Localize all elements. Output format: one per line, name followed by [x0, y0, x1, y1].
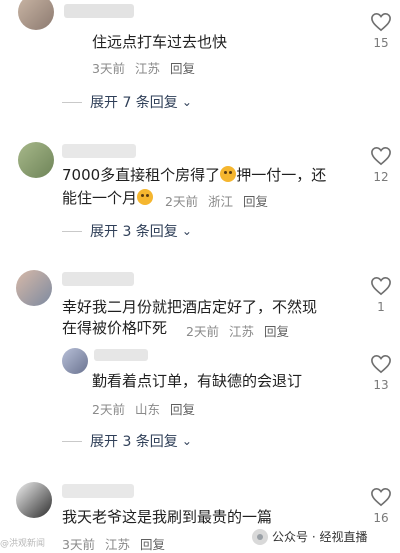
corner-watermark: @洪观新闻 — [0, 539, 46, 549]
chevron-down-icon: ⌄ — [181, 95, 192, 109]
comment-meta: 2天前 浙江 回复 — [165, 191, 274, 210]
expand-replies-button[interactable]: 展开 3 条回复 ⌄ — [62, 221, 192, 241]
expand-label: 展开 3 条回复 — [90, 224, 178, 240]
comment-text: 我天老爷这是我刷到最贵的一篇 — [62, 508, 273, 526]
chevron-down-icon: ⌄ — [181, 434, 192, 448]
chevron-down-icon: ⌄ — [181, 224, 192, 238]
like-count: 16 — [373, 511, 389, 525]
like-button[interactable]: 12 — [366, 146, 396, 184]
avatar[interactable] — [18, 142, 54, 178]
heart-icon — [371, 12, 391, 32]
comment-time: 3天前 — [92, 61, 125, 76]
reply-avatar[interactable] — [62, 348, 88, 374]
like-count: 15 — [373, 36, 389, 50]
heart-icon — [371, 276, 391, 296]
comment-time: 3天前 — [62, 537, 95, 552]
reply-button[interactable]: 回复 — [170, 61, 195, 76]
comment-meta: 2天前 江苏 回复 — [186, 321, 295, 340]
comment-time: 2天前 — [92, 402, 125, 417]
comment-text-part: 7000多直接租个房得了 — [62, 166, 221, 184]
comment-text-part: 押一付一，还 — [236, 166, 327, 184]
reply-button[interactable]: 回复 — [170, 402, 195, 417]
comment-location: 江苏 — [104, 537, 130, 552]
username-blurred — [62, 484, 134, 498]
watermark: 公众号 · 经视直播 — [252, 528, 367, 545]
comment-location: 山东 — [134, 402, 160, 417]
reply-meta: 2天前 山东 回复 — [92, 399, 201, 418]
username-blurred — [62, 272, 134, 286]
heart-icon — [371, 354, 391, 374]
comment-location: 江苏 — [228, 324, 254, 339]
like-button[interactable]: 13 — [366, 354, 396, 392]
reply-text: 勤看着点订单，有缺德的会退订 — [92, 372, 303, 390]
reply-button[interactable]: 回复 — [243, 194, 268, 209]
comment-text-line2: 能住一个月 — [62, 186, 154, 211]
username-blurred — [64, 4, 134, 18]
like-button[interactable]: 16 — [366, 487, 396, 525]
like-count: 13 — [373, 378, 389, 392]
heart-icon — [371, 487, 391, 507]
emoji-icon — [137, 189, 154, 205]
avatar[interactable] — [16, 482, 52, 518]
like-button[interactable]: 15 — [366, 12, 396, 50]
like-count: 1 — [377, 300, 385, 314]
username-blurred — [62, 144, 136, 158]
comment-time: 2天前 — [186, 324, 219, 339]
comment-meta: 3天前 江苏 回复 — [92, 58, 201, 77]
heart-icon — [371, 146, 391, 166]
like-count: 12 — [373, 170, 389, 184]
username-blurred — [94, 349, 148, 361]
expand-replies-button[interactable]: 展开 7 条回复 ⌄ — [62, 92, 192, 112]
like-button[interactable]: 1 — [366, 276, 396, 314]
comment-text-part: 在得被价格吓死 — [62, 319, 168, 337]
comment-location: 江苏 — [134, 61, 160, 76]
comment-text: 住远点打车过去也快 — [92, 33, 228, 51]
expand-replies-button[interactable]: 展开 3 条回复 ⌄ — [62, 431, 192, 451]
comment-text-part: 能住一个月 — [62, 189, 138, 207]
comment-meta: 3天前 江苏 回复 — [62, 534, 171, 553]
comment-text: 7000多直接租个房得了 押一付一，还 — [62, 163, 326, 188]
comment-location: 浙江 — [207, 194, 233, 209]
divider — [62, 440, 82, 442]
divider — [62, 230, 82, 232]
wechat-icon — [252, 528, 268, 545]
watermark-text: 公众号 · 经视直播 — [272, 530, 368, 544]
expand-label: 展开 7 条回复 — [90, 95, 178, 111]
reply-button[interactable]: 回复 — [140, 537, 165, 552]
expand-label: 展开 3 条回复 — [90, 434, 178, 450]
comment-text-line2: 在得被价格吓死 — [62, 316, 167, 341]
avatar[interactable] — [18, 0, 54, 30]
divider — [62, 101, 82, 103]
avatar[interactable] — [16, 270, 52, 306]
comment-time: 2天前 — [165, 194, 198, 209]
emoji-icon — [220, 166, 237, 182]
reply-button[interactable]: 回复 — [264, 324, 289, 339]
